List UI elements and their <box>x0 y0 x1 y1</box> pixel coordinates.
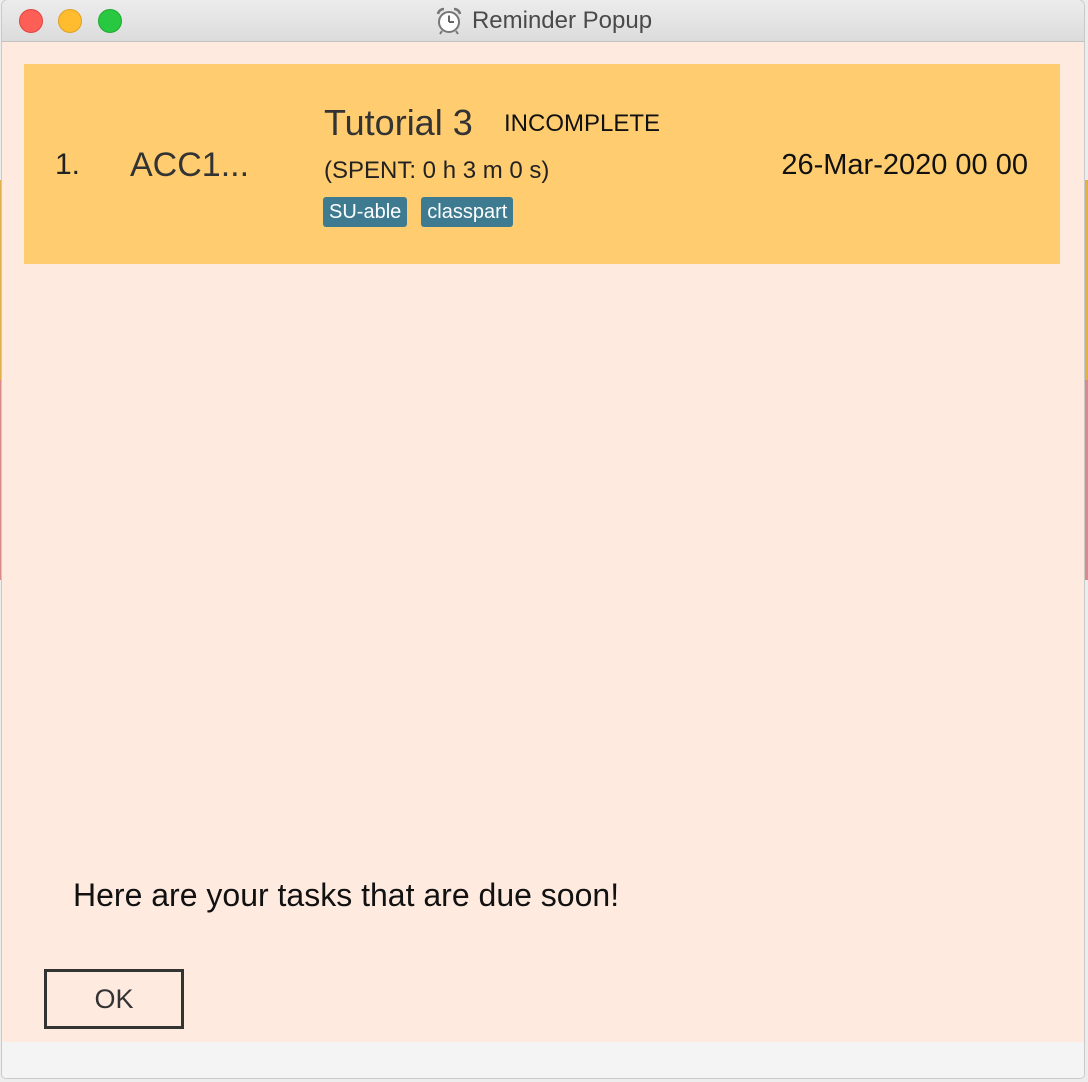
background-strip <box>1084 380 1088 580</box>
task-name: Tutorial 3 <box>324 102 473 143</box>
tag-classpart: classpart <box>421 197 514 227</box>
task-time-spent: (SPENT: 0 h 3 m 0 s) <box>324 157 550 184</box>
task-module: ACC1... <box>130 146 250 184</box>
window-title: Reminder Popup <box>471 6 653 34</box>
reminder-message: Here are your tasks that are due soon! <box>73 877 620 913</box>
popup-content: 1. ACC1... Tutorial 3 INCOMPLETE (SPENT:… <box>2 42 1084 1042</box>
alarm-clock-icon <box>436 7 462 35</box>
task-due-date: 26-Mar-2020 00 00 <box>781 149 1028 181</box>
background-strip <box>1084 180 1088 380</box>
reminder-popup-window: Reminder Popup 1. ACC1... Tutorial 3 INC… <box>2 0 1084 1078</box>
window-bottom-bar <box>2 1042 1084 1078</box>
title-bar[interactable]: Reminder Popup <box>2 0 1084 42</box>
window-title-group: Reminder Popup <box>2 0 1084 41</box>
task-index: 1. <box>55 148 81 181</box>
task-status: INCOMPLETE <box>504 110 661 137</box>
ok-button[interactable]: OK <box>44 969 184 1029</box>
tag-su-able: SU-able <box>323 197 408 227</box>
task-card[interactable]: 1. ACC1... Tutorial 3 INCOMPLETE (SPENT:… <box>24 64 1060 264</box>
task-tags: SU-able classpart <box>323 197 514 227</box>
